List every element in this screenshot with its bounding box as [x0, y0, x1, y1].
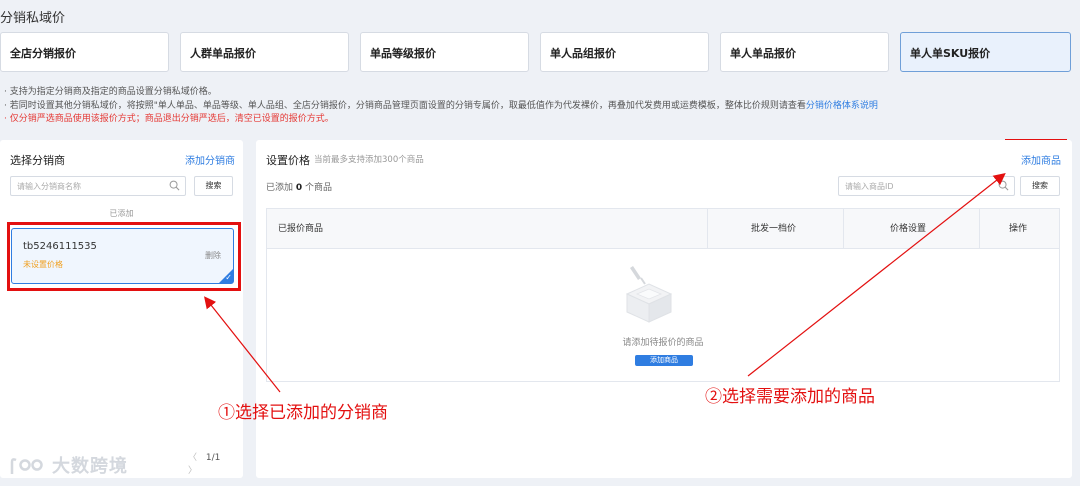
price-setting-subtitle: 当前最多支持添加300个商品 — [314, 155, 424, 165]
tab-store-pricing[interactable]: 全店分销报价 — [0, 32, 169, 72]
distributor-panel: 选择分销商 添加分销商 搜索 已添加 tb5246111535 未设置价格 删除… — [0, 140, 243, 478]
search-icon[interactable] — [998, 180, 1009, 191]
quoted-items-table: 已报价商品 批发一档价 价格设置 操作 请添加待报价的商品 添加商品 — [266, 208, 1060, 382]
col-actions: 操作 — [1009, 224, 1028, 234]
distributor-panel-title: 选择分销商 — [10, 154, 65, 167]
next-page-button[interactable]: 〉 — [188, 463, 197, 476]
watermark: 大数跨境 — [8, 452, 128, 478]
add-item-link[interactable]: 添加商品 — [1021, 152, 1061, 167]
item-search-input[interactable] — [845, 182, 1008, 191]
item-search-button[interactable]: 搜索 — [1020, 176, 1060, 196]
distributor-name: tb5246111535 — [23, 241, 97, 252]
note-line-2-text: · 若同时设置其他分销私域价，将按照"单人单品、单品等级、单人品组、全店分销报价… — [4, 100, 806, 111]
annotation-step-2: ②选择需要添加的商品 — [705, 387, 875, 407]
pricing-notes: · 支持为指定分销商及指定的商品设置分销私域价格。 · 若同时设置其他分销私域价… — [4, 86, 878, 127]
distributor-search-field[interactable] — [10, 176, 186, 196]
note-warning: · 仅分销严选商品使用该报价方式；商品退出分销严选后，清空已设置的报价方式。 — [4, 114, 334, 124]
pricing-system-link[interactable]: 分销价格体系说明 — [806, 101, 878, 111]
empty-state-text: 请添加待报价的商品 — [622, 338, 704, 348]
added-label: 已添加 — [109, 209, 134, 218]
empty-box-illustration — [625, 266, 673, 323]
tab-item-level-pricing[interactable]: 单品等级报价 — [360, 32, 529, 72]
added-items-count: 已添加 0 个商品 — [266, 180, 332, 193]
empty-add-item-button[interactable]: 添加商品 — [635, 355, 693, 366]
check-icon: ✓ — [225, 273, 232, 282]
tab-crowd-item-pricing[interactable]: 人群单品报价 — [180, 32, 349, 72]
price-setting-title: 设置价格 — [266, 154, 310, 167]
note-line-1: · 支持为指定分销商及指定的商品设置分销私域价格。 — [4, 87, 217, 97]
page-title: 分销私域价 — [0, 11, 66, 26]
watermark-text: 大数跨境 — [52, 456, 128, 477]
page-indicator: 1/1 — [205, 453, 221, 463]
tab-person-sku-pricing[interactable]: 单人单SKU报价 — [900, 32, 1071, 72]
delete-distributor-button[interactable]: 删除 — [205, 250, 221, 261]
col-price-setting: 价格设置 — [890, 224, 927, 234]
add-distributor-link[interactable]: 添加分销商 — [185, 152, 235, 167]
col-divider — [979, 209, 980, 249]
added-count-value: 0 — [295, 183, 303, 193]
col-divider — [843, 209, 844, 249]
annotation-step-1: ①选择已添加的分销商 — [218, 403, 388, 423]
col-quoted-item: 已报价商品 — [278, 224, 324, 234]
distributor-pager: 〈 1/1 〉 — [188, 450, 243, 476]
search-icon[interactable] — [169, 180, 180, 191]
distributor-status: 未设置价格 — [23, 260, 63, 269]
item-search-field[interactable] — [838, 176, 1015, 196]
distributor-search-button[interactable]: 搜索 — [194, 176, 233, 196]
col-divider — [707, 209, 708, 249]
distributor-search-input[interactable] — [17, 182, 179, 191]
prev-page-button[interactable]: 〈 — [188, 450, 197, 463]
col-wholesale-price: 批发一档价 — [751, 224, 797, 234]
pricing-tabs: 全店分销报价 人群单品报价 单品等级报价 单人品组报价 单人单品报价 单人单SK… — [0, 32, 1080, 74]
note-line-2: · 若同时设置其他分销私域价，将按照"单人单品、单品等级、单人品组、全店分销报价… — [4, 100, 878, 114]
added-prefix: 已添加 — [266, 183, 294, 193]
tab-person-group-pricing[interactable]: 单人品组报价 — [540, 32, 709, 72]
watermark-logo-icon — [10, 458, 43, 474]
added-suffix: 个商品 — [305, 183, 333, 193]
table-header: 已报价商品 批发一档价 价格设置 操作 — [267, 209, 1059, 249]
price-setting-panel: 设置价格 当前最多支持添加300个商品 添加商品 已添加 0 个商品 搜索 已报… — [256, 140, 1072, 478]
tab-person-item-pricing[interactable]: 单人单品报价 — [720, 32, 889, 72]
distributor-card[interactable]: tb5246111535 未设置价格 删除 ✓ — [11, 228, 234, 284]
